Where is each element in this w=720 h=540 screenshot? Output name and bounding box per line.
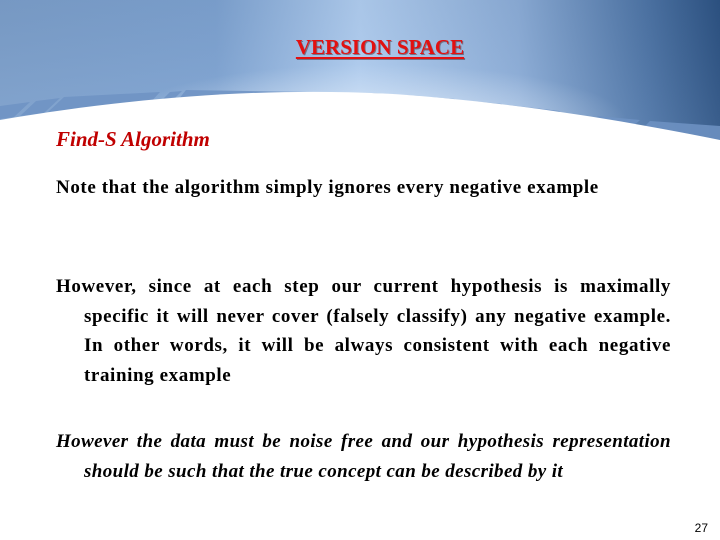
page-number: 27 <box>694 521 708 535</box>
paragraph-negative-examples: Note that the algorithm simply ignores e… <box>56 177 599 198</box>
paragraph-noise-free: However the data must be noise free and … <box>56 431 671 482</box>
section-heading: Find-S Algorithm <box>56 127 210 151</box>
paragraph-maximally-specific: However, since at each step our current … <box>56 276 671 386</box>
slide-title: VERSION SPACE <box>295 35 465 59</box>
